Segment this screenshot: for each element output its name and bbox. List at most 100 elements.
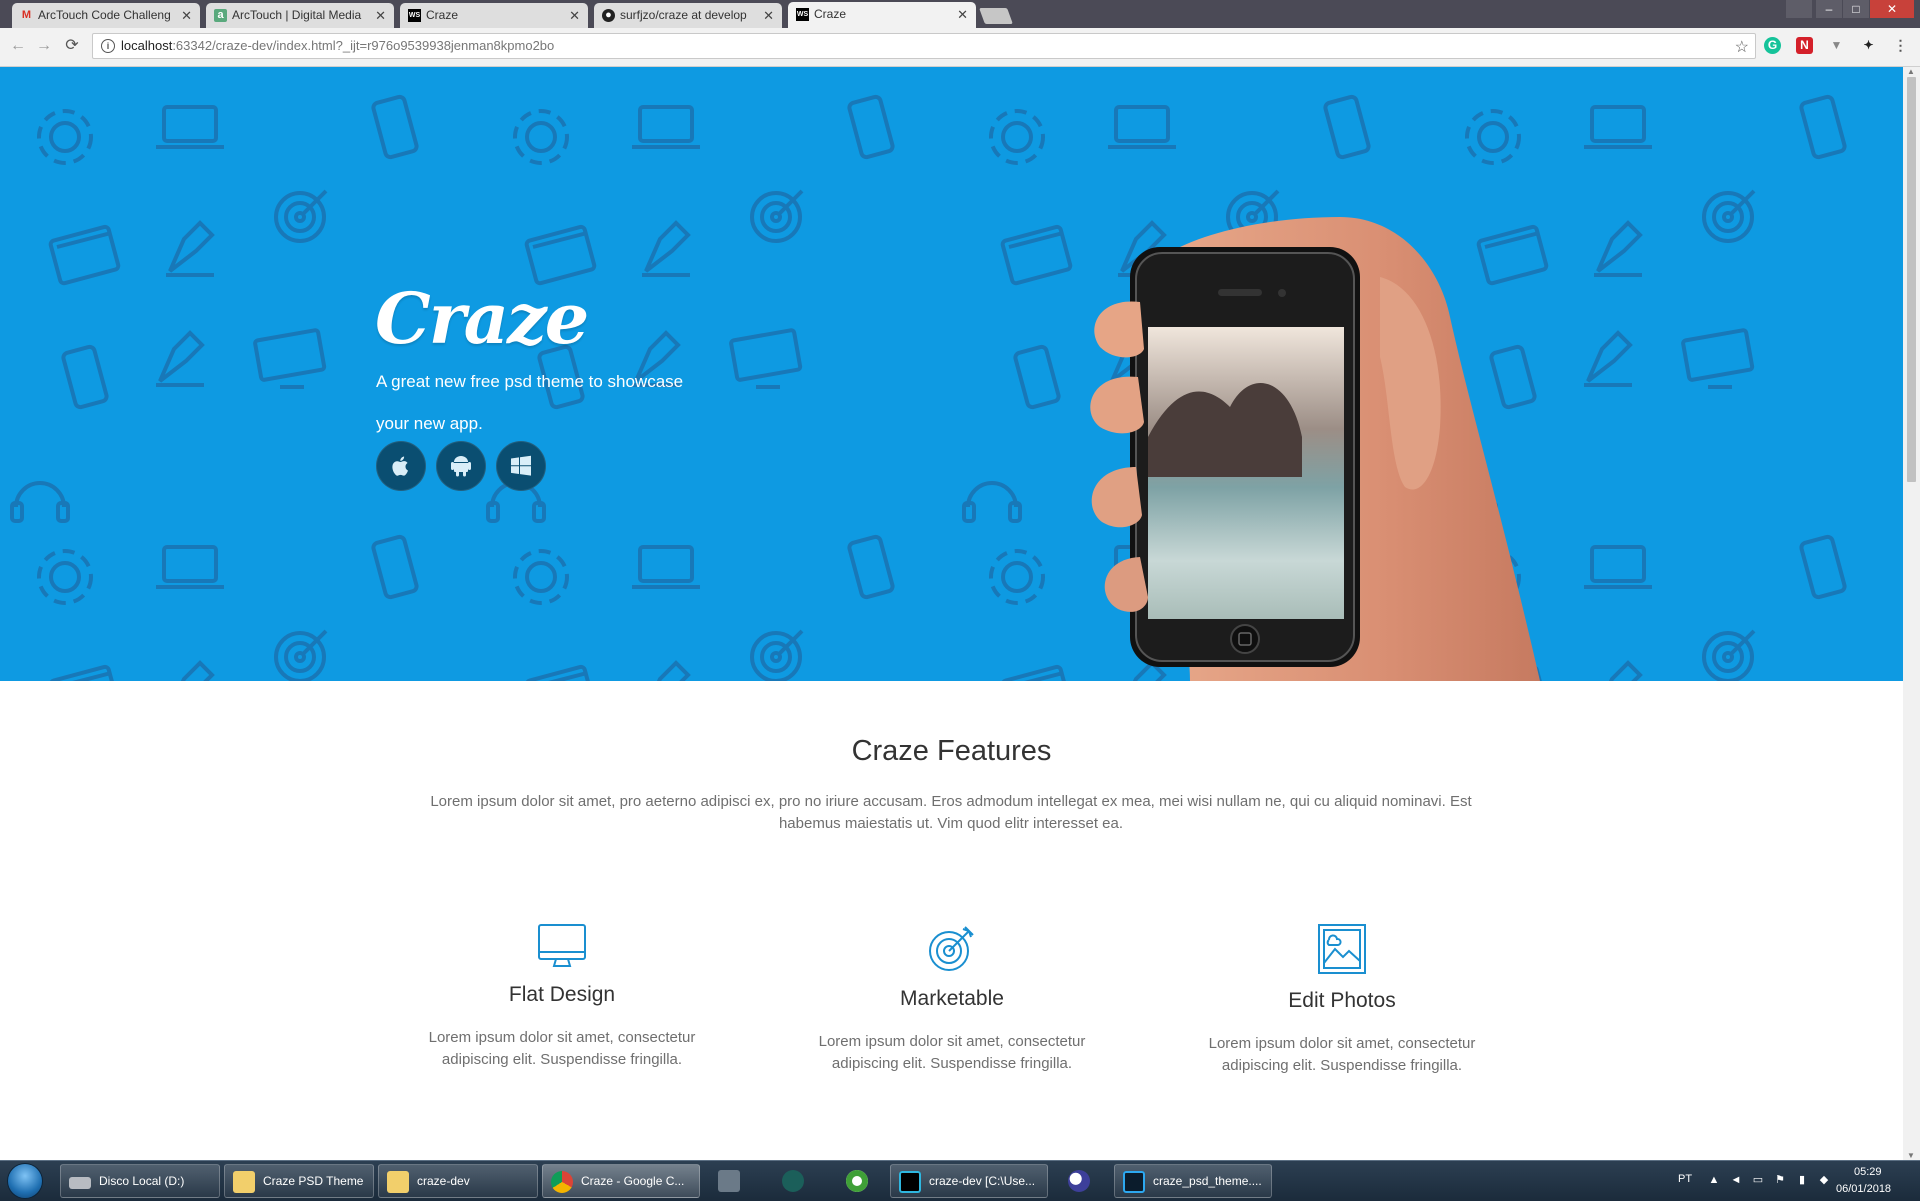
v-icon[interactable]: ▼ — [1828, 37, 1845, 54]
features-description: Lorem ipsum dolor sit amet, pro aeterno … — [430, 793, 1472, 832]
folder-icon — [387, 1171, 409, 1193]
grammarly-icon[interactable]: G — [1764, 37, 1781, 54]
feature-text: Lorem ipsum dolor sit amet, consectetur … — [428, 1029, 696, 1068]
browser-tab[interactable]: ● surfjzo/craze at develop ✕ — [594, 3, 782, 28]
eclipse-icon — [1068, 1170, 1090, 1192]
scrollbar-thumb[interactable] — [1907, 77, 1916, 482]
browser-tab[interactable]: WS Craze ✕ — [400, 3, 588, 28]
apple-store-button[interactable] — [376, 441, 426, 491]
flag-icon[interactable]: ⚑ — [1774, 1174, 1786, 1186]
chrome-icon — [551, 1171, 573, 1193]
webstorm-icon — [899, 1171, 921, 1193]
browser-tab-strip: M ArcTouch Code Challeng ✕ a ArcTouch | … — [0, 0, 1920, 28]
android-icon — [451, 456, 471, 477]
scroll-down-icon[interactable]: ▼ — [1907, 1151, 1915, 1160]
reload-icon[interactable]: ⟳ — [62, 36, 82, 56]
monitor-icon — [538, 924, 586, 967]
target-icon — [929, 926, 974, 971]
taskbar-pinned-app[interactable] — [1056, 1164, 1102, 1198]
address-bar[interactable]: i localhost:63342/craze-dev/index.html?_… — [92, 33, 1756, 59]
close-tab-icon[interactable]: ✕ — [569, 3, 580, 28]
taskbar-item[interactable]: craze-dev [C:\Use... — [890, 1164, 1048, 1198]
taskbar-pinned-app[interactable] — [770, 1164, 816, 1198]
photoshop-icon — [1123, 1171, 1145, 1193]
profile-icon[interactable] — [1786, 0, 1812, 18]
taskbar-item-label: Craze - Google C... — [581, 1174, 685, 1188]
tab-title: ArcTouch | Digital Media — [232, 8, 362, 22]
feature-title: Flat Design — [508, 983, 616, 1006]
browser-tab[interactable]: M ArcTouch Code Challeng ✕ — [12, 3, 200, 28]
taskbar-item[interactable]: craze-dev — [378, 1164, 538, 1198]
taskbar-item-label: Craze PSD Theme — [263, 1174, 364, 1188]
feature-text: Lorem ipsum dolor sit amet, consectetur … — [1208, 1035, 1476, 1074]
close-tab-icon[interactable]: ✕ — [763, 3, 774, 28]
clock-time[interactable]: 05:29 — [1854, 1166, 1882, 1178]
dropbox-icon[interactable]: ◆ — [1818, 1174, 1830, 1186]
android-store-button[interactable] — [436, 441, 486, 491]
close-tab-icon[interactable]: ✕ — [181, 3, 192, 28]
scroll-up-icon[interactable]: ▲ — [1907, 67, 1915, 76]
taskbar-pinned-app[interactable] — [834, 1164, 880, 1198]
taskbar-pinned-app[interactable] — [706, 1164, 752, 1198]
back-icon[interactable]: ← — [8, 36, 28, 56]
browser-tab-active[interactable]: WS Craze ✕ — [788, 2, 976, 28]
pin-icon[interactable]: ✦ — [1860, 37, 1877, 54]
forward-icon[interactable]: → — [34, 36, 54, 56]
feature-card: Edit Photos Lorem ipsum dolor sit amet, … — [1192, 923, 1492, 1077]
menu-icon[interactable]: ⋮ — [1892, 37, 1909, 54]
language-indicator[interactable]: PT — [1678, 1173, 1692, 1185]
phone-in-hand-image — [1090, 217, 1540, 681]
taskbar-item-label: craze_psd_theme.... — [1153, 1174, 1262, 1188]
lock-app-icon — [718, 1170, 740, 1192]
browser-toolbar: ← → ⟳ i localhost:63342/craze-dev/index.… — [0, 28, 1920, 67]
folder-icon — [233, 1171, 255, 1193]
webstorm-icon: WS — [796, 8, 809, 21]
windows-orb-icon — [8, 1164, 42, 1198]
taskbar-item[interactable]: Craze PSD Theme — [224, 1164, 374, 1198]
close-tab-icon[interactable]: ✕ — [375, 3, 386, 28]
power-icon[interactable]: ▮ — [1796, 1174, 1808, 1186]
taskbar-item-label: craze-dev [C:\Use... — [929, 1174, 1036, 1188]
photo-icon — [1318, 924, 1366, 974]
tab-title: surfjzo/craze at develop — [620, 8, 747, 22]
info-icon[interactable]: i — [101, 39, 115, 53]
n-icon[interactable]: N — [1796, 37, 1813, 54]
arctouch-icon: a — [214, 9, 227, 22]
webstorm-icon: WS — [408, 9, 421, 22]
close-window-button[interactable]: ✕ — [1870, 0, 1914, 18]
github-icon: ● — [602, 9, 615, 22]
network-icon[interactable]: ▭ — [1752, 1174, 1764, 1186]
hero-tagline: A great new free psd theme to showcase y… — [376, 372, 684, 433]
taskbar-item[interactable]: Disco Local (D:) — [60, 1164, 220, 1198]
minimize-button[interactable]: – — [1816, 0, 1842, 18]
page-viewport: Craze A great new free psd theme to show… — [0, 67, 1903, 1160]
maximize-button[interactable]: □ — [1843, 0, 1869, 18]
feature-title: Marketable — [900, 987, 1004, 1010]
mongodb-icon — [846, 1170, 868, 1192]
brand-logo: Craze — [375, 277, 589, 360]
feature-card: Marketable Lorem ipsum dolor sit amet, c… — [802, 923, 1102, 1075]
volume-muted-icon[interactable]: ◄ — [1730, 1174, 1742, 1186]
start-button[interactable] — [4, 1163, 48, 1199]
browser-tab[interactable]: a ArcTouch | Digital Media ✕ — [206, 3, 394, 28]
taskbar-item-active[interactable]: Craze - Google C... — [542, 1164, 700, 1198]
page-scrollbar[interactable]: ▲ ▼ — [1903, 67, 1920, 1160]
windows-taskbar: Disco Local (D:) Craze PSD Theme craze-d… — [0, 1160, 1920, 1201]
show-hidden-icons[interactable]: ▲ — [1708, 1174, 1720, 1186]
feature-card: Flat Design Lorem ipsum dolor sit amet, … — [412, 923, 712, 1071]
taskbar-item-label: craze-dev — [417, 1174, 470, 1188]
taskbar-item-label: Disco Local (D:) — [99, 1174, 185, 1188]
clock-date[interactable]: 06/01/2018 — [1836, 1183, 1891, 1195]
feature-title: Edit Photos — [1288, 989, 1396, 1012]
hero-section: Craze A great new free psd theme to show… — [0, 67, 1903, 681]
features-title: Craze Features — [851, 735, 1052, 767]
taskbar-item[interactable]: craze_psd_theme.... — [1114, 1164, 1272, 1198]
windows-store-button[interactable] — [496, 441, 546, 491]
bookmark-star-icon[interactable]: ☆ — [1735, 37, 1749, 57]
tab-title: Craze — [426, 8, 459, 22]
new-tab-button[interactable] — [979, 8, 1013, 24]
gmail-icon: M — [21, 9, 32, 21]
close-tab-icon[interactable]: ✕ — [957, 2, 968, 27]
tab-title: Craze — [814, 7, 847, 21]
gitkraken-icon — [782, 1170, 804, 1192]
